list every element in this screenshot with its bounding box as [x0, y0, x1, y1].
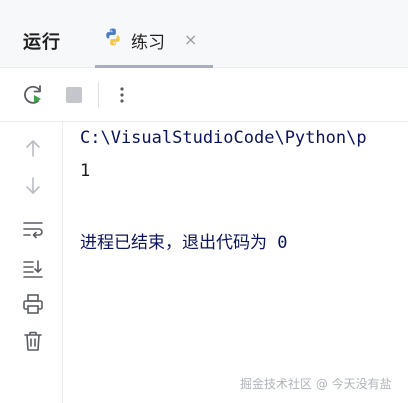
- tab-practice[interactable]: 练习 ×: [95, 0, 213, 68]
- stop-button[interactable]: [62, 83, 86, 107]
- run-toolbar: [0, 68, 408, 122]
- toolbar-divider: [98, 82, 99, 108]
- run-tool-window-header: 运行 练习 ×: [0, 0, 408, 68]
- run-tool-window-title: 运行: [23, 32, 61, 53]
- arrow-down-icon: [26, 177, 40, 194]
- python-icon: [106, 28, 120, 46]
- clear-all-button[interactable]: [21, 329, 45, 353]
- print-button[interactable]: [21, 292, 45, 316]
- trash-icon: [24, 331, 42, 351]
- watermark: 掘金技术社区 @ 今天没有盐: [240, 377, 392, 391]
- soft-wrap-icon: [23, 222, 43, 239]
- rerun-button[interactable]: [22, 83, 46, 107]
- console-side-toolbar: [0, 122, 63, 403]
- console-line-exit-status: 进程已结束，退出代码为 0: [80, 233, 288, 253]
- tab-label: 练习: [131, 33, 165, 53]
- console-line-output: 1: [80, 161, 91, 181]
- stop-icon: [66, 87, 82, 103]
- more-vertical-icon: [120, 87, 124, 103]
- previous-occurrence-button[interactable]: [21, 136, 45, 160]
- more-options-button[interactable]: [110, 83, 134, 107]
- console-line-command: C:\VisualStudioCode\Python\p: [80, 128, 367, 148]
- console-output[interactable]: C:\VisualStudioCode\Python\p 1 进程已结束，退出代…: [63, 122, 408, 403]
- tab-close-icon[interactable]: ×: [184, 30, 197, 49]
- scroll-to-end-button[interactable]: [21, 256, 45, 280]
- arrow-up-icon: [26, 140, 40, 157]
- soft-wrap-button[interactable]: [21, 217, 45, 241]
- print-icon: [23, 294, 43, 314]
- scroll-to-end-icon: [23, 260, 43, 278]
- next-occurrence-button[interactable]: [21, 174, 45, 198]
- rerun-icon: [24, 85, 41, 104]
